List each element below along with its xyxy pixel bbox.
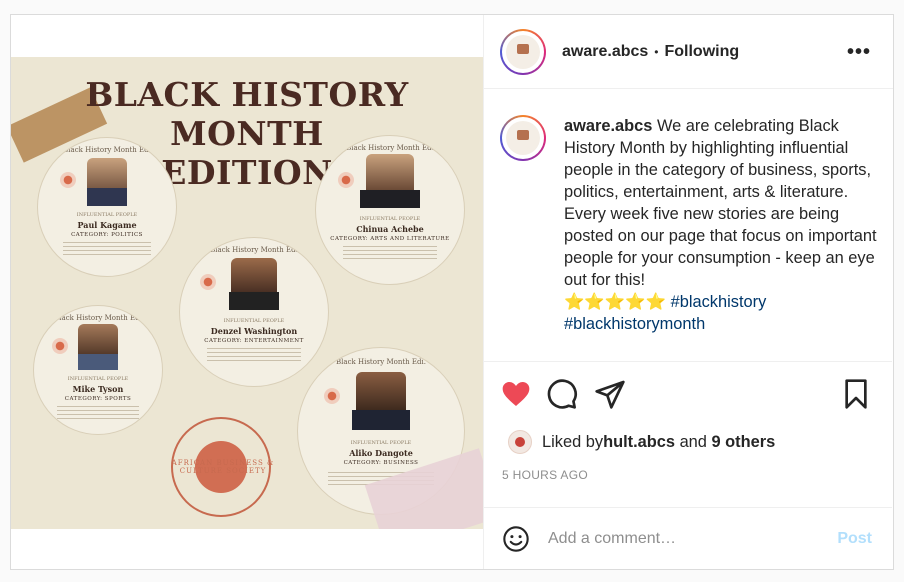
profile-logo-icon bbox=[506, 121, 540, 155]
sun-icon bbox=[338, 172, 354, 188]
card-label: Black History Month Ed. bbox=[346, 144, 434, 152]
post-actions: Liked by hult.abcs and 9 others 5 HOURS … bbox=[484, 361, 892, 511]
card-tag: INFLUENTIAL PEOPLE bbox=[67, 376, 129, 382]
post-sidebar: aware.abcs • Following ••• aware.abcs We… bbox=[483, 15, 893, 569]
comment-input[interactable] bbox=[548, 529, 818, 548]
card-tag: INFLUENTIAL PEOPLE bbox=[223, 318, 285, 324]
comment-bar: Post bbox=[484, 507, 892, 569]
person-name: Chinua Achebe bbox=[356, 224, 424, 234]
card-label: Black History Month Ed. bbox=[63, 146, 151, 154]
hashtag-link[interactable]: #blackhistory bbox=[671, 293, 767, 311]
card-label: Black History Month Ed. bbox=[210, 246, 298, 254]
person-photo bbox=[356, 372, 406, 410]
following-button[interactable]: Following bbox=[664, 43, 739, 61]
person-photo-suit bbox=[229, 292, 279, 310]
avatar[interactable] bbox=[500, 28, 546, 75]
card-tag: INFLUENTIAL PEOPLE bbox=[76, 212, 138, 218]
card-body-text bbox=[342, 246, 438, 262]
sun-icon bbox=[324, 388, 340, 404]
smiley-icon[interactable] bbox=[502, 525, 530, 553]
person-photo-suit bbox=[78, 354, 118, 370]
liker-username[interactable]: hult.abcs bbox=[603, 433, 675, 452]
profile-logo-icon bbox=[506, 34, 540, 69]
more-horizontal-icon[interactable]: ••• bbox=[847, 41, 871, 64]
person-photo-suit bbox=[352, 410, 410, 430]
liker-avatar[interactable] bbox=[508, 430, 532, 454]
person-photo-suit bbox=[87, 188, 127, 206]
header-username[interactable]: aware.abcs bbox=[562, 43, 648, 61]
caption-text: aware.abcs We are celebrating Black Hist… bbox=[564, 115, 880, 335]
share-icon[interactable] bbox=[594, 378, 626, 410]
stars-emoji: ⭐⭐⭐⭐⭐ bbox=[564, 293, 667, 311]
person-card: Black History Month Ed. INFLUENTIAL PEOP… bbox=[315, 135, 465, 285]
person-card: Black History Month Ed. INFLUENTIAL PEOP… bbox=[37, 137, 177, 277]
liked-and: and bbox=[675, 432, 712, 451]
caption-username[interactable]: aware.abcs bbox=[564, 117, 652, 135]
sun-icon bbox=[52, 338, 68, 354]
caption: aware.abcs We are celebrating Black Hist… bbox=[500, 115, 880, 335]
card-label: Black History Month Edi. bbox=[336, 358, 426, 366]
caption-body: We are celebrating Black History Month b… bbox=[564, 117, 877, 289]
instagram-post: BLACK HISTORY MONTH EDITION Black Histor… bbox=[10, 14, 894, 570]
person-photo bbox=[231, 258, 277, 292]
person-category: CATEGORY: ARTS AND LITERATURE bbox=[330, 236, 450, 242]
post-image[interactable]: BLACK HISTORY MONTH EDITION Black Histor… bbox=[11, 57, 483, 529]
society-seal: AFRICAN BUSINESS & CULTURE SOCIETY bbox=[171, 417, 273, 517]
person-category: CATEGORY: POLITICS bbox=[71, 232, 143, 238]
person-name: Paul Kagame bbox=[77, 220, 137, 230]
comment-icon[interactable] bbox=[546, 378, 578, 410]
separator-dot: • bbox=[654, 44, 659, 59]
post-media[interactable]: BLACK HISTORY MONTH EDITION Black Histor… bbox=[11, 15, 483, 569]
person-category: CATEGORY: SPORTS bbox=[64, 396, 132, 402]
post-timestamp[interactable]: 5 HOURS AGO bbox=[502, 468, 588, 482]
card-body-text bbox=[57, 406, 139, 422]
card-label: Black History Month Ed. bbox=[54, 314, 142, 322]
post-comment-button[interactable]: Post bbox=[837, 530, 872, 548]
person-photo bbox=[87, 158, 127, 188]
person-photo-suit bbox=[360, 190, 420, 208]
post-header: aware.abcs • Following ••• bbox=[484, 15, 893, 89]
person-name: Mike Tyson bbox=[72, 384, 124, 394]
sun-icon bbox=[60, 172, 76, 188]
person-category: CATEGORY: ENTERTAINMENT bbox=[204, 338, 304, 344]
liked-by-prefix: Liked by bbox=[542, 432, 604, 451]
card-body-text bbox=[62, 242, 152, 258]
person-photo bbox=[366, 154, 414, 190]
bookmark-icon[interactable] bbox=[840, 378, 872, 410]
card-body-text bbox=[206, 348, 302, 364]
seal-text: AFRICAN BUSINESS & CULTURE SOCIETY bbox=[171, 459, 275, 475]
heart-filled-icon[interactable] bbox=[500, 378, 532, 410]
person-card: Black History Month Ed. INFLUENTIAL PEOP… bbox=[33, 305, 163, 435]
person-name: Aliko Dangote bbox=[349, 448, 413, 458]
sun-icon bbox=[200, 274, 216, 290]
caption-avatar[interactable] bbox=[500, 115, 546, 161]
hashtag-link[interactable]: #blackhistorymonth bbox=[564, 315, 705, 333]
liked-others-link[interactable]: 9 others bbox=[711, 433, 775, 452]
card-tag: INFLUENTIAL PEOPLE bbox=[350, 440, 412, 446]
person-photo bbox=[78, 324, 118, 354]
person-name: Denzel Washington bbox=[210, 326, 298, 336]
card-tag: INFLUENTIAL PEOPLE bbox=[359, 216, 421, 222]
likes-summary: Liked by hult.abcs and 9 others bbox=[508, 430, 775, 454]
